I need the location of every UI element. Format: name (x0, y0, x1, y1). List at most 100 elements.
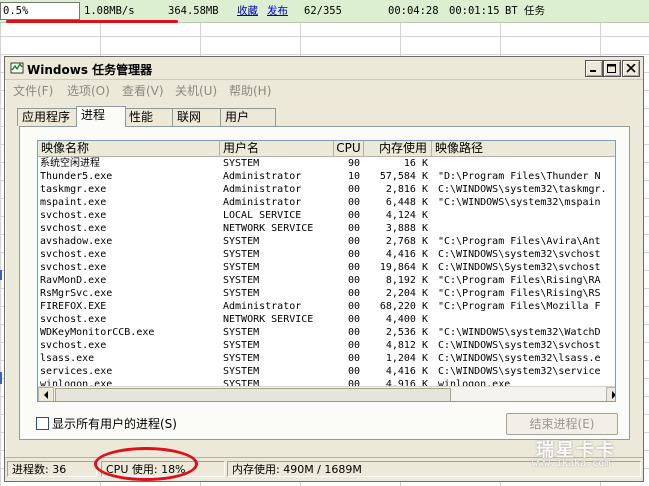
task-manager-window: Windows 任务管理器 文件(F) 选项(O) 查看(V) 关机(U) 帮助… (4, 56, 644, 482)
cell-user: LOCAL SERVICE (223, 210, 302, 221)
cell-mem: 2,768 K (385, 236, 428, 247)
tab-performance[interactable]: 性能 (124, 108, 174, 126)
cell-path (438, 313, 615, 326)
cell-mem: 2,536 K (385, 327, 428, 338)
cell-cpu: 00 (347, 210, 360, 221)
table-row[interactable]: lsass.exe SYSTEM 00 1,204 K C:\WINDOWS\syste… (38, 352, 615, 365)
cell-path: C:\WINDOWS\system32\svchost (438, 340, 601, 351)
horizontal-scroll-thumb[interactable] (55, 388, 451, 401)
cell-cpu: 00 (347, 184, 360, 195)
process-count: 进程数: 36 (7, 461, 97, 477)
table-row[interactable]: WDKeyMonitorCCB.exe SYSTEM 00 2,536 K "C:\WI… (38, 326, 615, 339)
cell-mem: 3,888 K (385, 223, 428, 234)
tab-networking[interactable]: 联网 (172, 108, 222, 126)
taskmgr-app-icon (10, 62, 24, 74)
col-mem-usage[interactable]: 内存使用 (364, 141, 432, 156)
table-row[interactable]: avshadow.exe SYSTEM 00 2,768 K "C:\Program F… (38, 235, 615, 248)
favorite-link[interactable]: 收藏 (237, 5, 258, 17)
table-row[interactable]: 系统空闲进程 SYSTEM 90 16 K (38, 157, 615, 170)
cell-path: C:\WINDOWS\system32\service (438, 366, 601, 377)
table-row[interactable]: mspaint.exe Administrator 00 6,448 K "C:\WIN… (38, 196, 615, 209)
cell-user: SYSTEM (223, 327, 260, 338)
menu-options[interactable]: 选项(O) (67, 82, 110, 99)
cell-name: svchost.exe (40, 223, 107, 234)
table-row[interactable]: svchost.exe NETWORK SERVICE 00 4,400 K (38, 313, 615, 326)
cell-cpu: 00 (347, 249, 360, 260)
window-title: Windows 任务管理器 (27, 63, 153, 77)
close-icon (626, 64, 636, 73)
menu-bar: 文件(F) 选项(O) 查看(V) 关机(U) 帮助(H) (5, 80, 643, 98)
cell-path: C:\WINDOWS\system32\svchost (438, 249, 601, 260)
cell-cpu: 00 (347, 314, 360, 325)
sheet-edge-marker (0, 372, 2, 384)
table-row[interactable]: svchost.exe SYSTEM 00 4,812 K C:\WINDOWS\sys… (38, 339, 615, 352)
cell-mem: 4,416 K (385, 249, 428, 260)
col-user-name[interactable]: 用户名 (220, 141, 334, 156)
tab-processes[interactable]: 进程 (76, 106, 126, 127)
process-list[interactable]: 映像名称 用户名 CPU 内存使用 映像路径 系统空闲进程 SYSTEM 90 16 … (37, 140, 616, 402)
cell-user: SYSTEM (223, 236, 260, 247)
cell-path: "D:\Program Files\Thunder N (438, 171, 601, 182)
table-row[interactable]: taskmgr.exe Administrator 00 2,816 K C:\WIND… (38, 183, 615, 196)
cell-user: SYSTEM (223, 366, 260, 377)
watermark-logo: 瑞星卡卡 www.ikaka.com (528, 436, 642, 476)
table-row[interactable]: RsMgrSvc.exe SYSTEM 00 2,204 K "C:\Program F… (38, 287, 615, 300)
menu-shutdown[interactable]: 关机(U) (175, 82, 217, 99)
cell-name: WDKeyMonitorCCB.exe (40, 327, 155, 338)
minimize-button[interactable] (585, 60, 603, 77)
tab-applications[interactable]: 应用程序 (17, 108, 77, 126)
cell-name: 系统空闲进程 (40, 158, 100, 169)
col-cpu[interactable]: CPU (334, 141, 364, 156)
checkbox-box[interactable] (36, 417, 49, 430)
col-image-path[interactable]: 映像路径 (432, 141, 615, 156)
cell-name: RavMonD.exe (40, 275, 107, 286)
cell-cpu: 00 (347, 262, 360, 273)
maximize-button[interactable] (603, 60, 621, 77)
cell-path: C:\WINDOWS\system32\taskmgr. (438, 184, 607, 195)
cell-mem: 2,204 K (385, 288, 428, 299)
menu-view[interactable]: 查看(V) (122, 82, 164, 99)
tab-users[interactable]: 用户 (220, 108, 276, 126)
table-row[interactable]: svchost.exe LOCAL SERVICE 00 4,124 K (38, 209, 615, 222)
menu-help[interactable]: 帮助(H) (229, 82, 271, 99)
cell-mem: 4,124 K (385, 210, 428, 221)
cell-name: avshadow.exe (40, 236, 113, 247)
cell-name: Thunder5.exe (40, 171, 113, 182)
close-button[interactable] (622, 60, 640, 77)
processes-panel: 映像名称 用户名 CPU 内存使用 映像路径 系统空闲进程 SYSTEM 90 16 … (19, 126, 630, 440)
scroll-left-button[interactable] (38, 387, 54, 401)
menu-file[interactable]: 文件(F) (13, 82, 53, 99)
cell-name: svchost.exe (40, 249, 107, 260)
sheet-edge-marker (0, 270, 2, 280)
red-annotation-underline (6, 20, 178, 23)
cell-mem: 57,584 K (379, 171, 428, 182)
cell-name: mspaint.exe (40, 197, 107, 208)
cell-path (438, 209, 615, 222)
cell-user: Administrator (223, 301, 302, 312)
cell-cpu: 00 (347, 340, 360, 351)
cell-path: C:\WINDOWS\system32\lsass.e (438, 353, 601, 364)
cell-cpu: 00 (347, 236, 360, 247)
table-row[interactable]: svchost.exe SYSTEM 00 19,864 K C:\WINDOWS\Sy… (38, 261, 615, 274)
end-process-button[interactable]: 结束进程(E) (506, 413, 618, 435)
red-annotation-circle (94, 447, 198, 481)
cell-cpu: 00 (347, 223, 360, 234)
table-row[interactable]: RavMonD.exe SYSTEM 00 8,192 K "C:\Program Fi… (38, 274, 615, 287)
cell-cpu: 00 (347, 366, 360, 377)
publish-link[interactable]: 发布 (267, 5, 288, 17)
cell-path: "C:\Program Files\Avira\Ant (438, 236, 601, 247)
title-bar[interactable]: Windows 任务管理器 (5, 57, 643, 80)
table-row[interactable]: FIREFOX.EXE Administrator 00 68,220 K "C:\Pr… (38, 300, 615, 313)
cell-name: svchost.exe (40, 262, 107, 273)
cell-user: SYSTEM (223, 249, 260, 260)
table-row[interactable]: Thunder5.exe Administrator 10 57,584 K "D:\P… (38, 170, 615, 183)
table-row[interactable]: svchost.exe SYSTEM 00 4,416 K C:\WINDOWS\sys… (38, 248, 615, 261)
table-row[interactable]: svchost.exe NETWORK SERVICE 00 3,888 K (38, 222, 615, 235)
cell-cpu: 00 (347, 327, 360, 338)
col-image-name[interactable]: 映像名称 (38, 141, 220, 156)
table-row[interactable]: services.exe SYSTEM 00 4,416 K C:\WINDOWS\sy… (38, 365, 615, 378)
cell-name: svchost.exe (40, 210, 107, 221)
horizontal-scrollbar[interactable] (38, 386, 615, 401)
download-percent: 0.5% (0, 2, 80, 20)
scroll-right-button[interactable] (606, 387, 615, 401)
